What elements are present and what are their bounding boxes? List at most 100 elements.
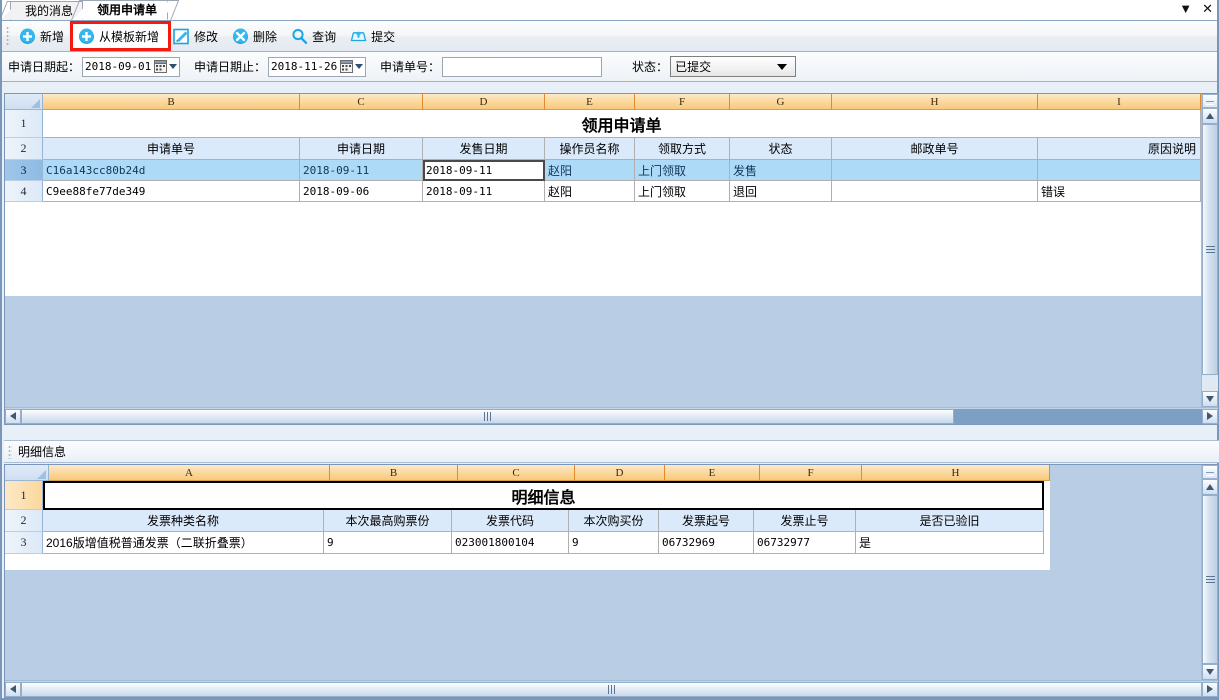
date-to-dropdown-icon[interactable] <box>355 64 363 69</box>
scroll-left-arrow-icon[interactable] <box>5 409 21 424</box>
select-all-corner[interactable] <box>5 94 43 110</box>
col-header-F[interactable]: F <box>760 465 862 481</box>
detail-section-drag-grip[interactable] <box>8 445 12 459</box>
tab-list-dropdown-icon[interactable]: ▼ <box>1179 2 1192 16</box>
horizontal-scroll-thumb[interactable] <box>21 409 954 424</box>
row-header-3[interactable]: 3 <box>5 160 43 181</box>
scroll-left-arrow-icon[interactable] <box>5 682 21 697</box>
col-header-D[interactable]: D <box>423 94 545 110</box>
col-header-I[interactable]: I <box>1038 94 1201 110</box>
cell-status[interactable]: 发售 <box>730 160 832 181</box>
cell-invoice-end[interactable]: 06732977 <box>754 532 856 554</box>
scroll-right-arrow-icon[interactable] <box>1202 409 1218 424</box>
new-button[interactable]: 新增 <box>14 24 73 48</box>
col-header-H[interactable]: H <box>832 94 1038 110</box>
cell-order-no[interactable]: C9ee88fe77de349 <box>43 181 300 202</box>
delete-x-circle-icon <box>232 28 249 45</box>
vertical-scroll-thumb[interactable] <box>1202 495 1218 664</box>
detail-grid-vertical-scrollbar[interactable] <box>1201 465 1218 680</box>
cell-max-purchase[interactable]: 9 <box>324 532 452 554</box>
col-header-B[interactable]: B <box>43 94 300 110</box>
tab-requisition-form[interactable]: 领用申请单 <box>82 0 168 20</box>
col-header-E[interactable]: E <box>665 465 760 481</box>
cell-sale-date[interactable]: 2018-09-11 <box>423 181 545 202</box>
row-header-1[interactable]: 1 <box>5 481 43 510</box>
cell-postal-no[interactable] <box>832 181 1038 202</box>
toolbar-drag-grip[interactable] <box>6 26 10 46</box>
plus-circle-icon <box>78 28 95 45</box>
master-grid-vertical-scrollbar[interactable] <box>1201 94 1218 407</box>
chevron-down-icon[interactable] <box>777 64 787 70</box>
order-no-input[interactable] <box>442 57 602 77</box>
cell-purchase-qty[interactable]: 9 <box>569 532 659 554</box>
cell-invoice-start[interactable]: 06732969 <box>659 532 754 554</box>
scroll-up-arrow-icon[interactable] <box>1202 479 1218 495</box>
detail-grid-title-row: 1 明细信息 <box>5 481 1050 510</box>
new-from-template-button[interactable]: 从模板新增 <box>73 24 168 48</box>
filter-bar: 申请日期起： 2018-09-01 申请日期止： 2018-11-26 申请单号… <box>2 52 1217 82</box>
col-header-A[interactable]: A <box>49 465 330 481</box>
plus-circle-icon <box>19 28 36 45</box>
horizontal-scroll-thumb[interactable] <box>21 682 1202 697</box>
cell-invoice-code[interactable]: 023001800104 <box>452 532 569 554</box>
col-header-E[interactable]: E <box>545 94 635 110</box>
table-row[interactable]: 3 2016版增值税普通发票（二联折叠票） 9 023001800104 9 0… <box>5 532 1050 554</box>
col-header-C[interactable]: C <box>300 94 423 110</box>
calendar-icon[interactable] <box>340 60 353 73</box>
cell-invoice-type[interactable]: 2016版增值税普通发票（二联折叠票） <box>43 532 324 554</box>
col-header-C[interactable]: C <box>458 465 575 481</box>
col-header-B[interactable]: B <box>330 465 458 481</box>
scroll-down-arrow-icon[interactable] <box>1202 391 1218 407</box>
cell-reason[interactable]: 错误 <box>1038 181 1201 202</box>
detail-grid-horizontal-scrollbar[interactable] <box>5 680 1218 697</box>
status-select[interactable]: 已提交 <box>670 56 796 77</box>
cell-pickup-method[interactable]: 上门领取 <box>635 181 730 202</box>
detail-section-header: 明细信息 <box>4 440 1219 463</box>
table-row[interactable]: 4 C9ee88fe77de349 2018-09-06 2018-09-11 … <box>5 181 1201 202</box>
row-header-3[interactable]: 3 <box>5 532 43 554</box>
close-icon[interactable]: ✕ <box>1202 2 1213 16</box>
vertical-split-box[interactable] <box>1202 465 1218 479</box>
date-to-input[interactable]: 2018-11-26 <box>268 57 366 77</box>
table-row[interactable]: 3 C16a143cc80b24d 2018-09-11 2018-09-11 … <box>5 160 1201 181</box>
vertical-scroll-thumb[interactable] <box>1202 124 1218 375</box>
horizontal-scroll-track[interactable] <box>21 682 1202 697</box>
scroll-down-arrow-icon[interactable] <box>1202 664 1218 680</box>
cell-status[interactable]: 退回 <box>730 181 832 202</box>
col-header-F[interactable]: F <box>635 94 730 110</box>
scroll-right-arrow-icon[interactable] <box>1202 682 1218 697</box>
date-from-dropdown-icon[interactable] <box>169 64 177 69</box>
master-grid-horizontal-scrollbar[interactable] <box>5 407 1218 424</box>
col-header-H[interactable]: H <box>862 465 1050 481</box>
cell-apply-date[interactable]: 2018-09-11 <box>300 160 423 181</box>
row-header-2[interactable]: 2 <box>5 138 43 160</box>
cell-verified[interactable]: 是 <box>856 532 1044 554</box>
row-header-4[interactable]: 4 <box>5 181 43 202</box>
scroll-up-arrow-icon[interactable] <box>1202 108 1218 124</box>
vertical-scroll-track[interactable] <box>1202 495 1218 664</box>
cell-sale-date[interactable]: 2018-09-11 <box>423 160 545 181</box>
cell-operator[interactable]: 赵阳 <box>545 160 635 181</box>
cell-reason[interactable] <box>1038 160 1201 181</box>
date-from-value: 2018-09-01 <box>85 60 154 73</box>
cell-apply-date[interactable]: 2018-09-06 <box>300 181 423 202</box>
vertical-split-box[interactable] <box>1202 94 1218 108</box>
col-header-D[interactable]: D <box>575 465 665 481</box>
row-header-2[interactable]: 2 <box>5 510 43 532</box>
calendar-icon[interactable] <box>154 60 167 73</box>
col-header-G[interactable]: G <box>730 94 832 110</box>
row-header-1[interactable]: 1 <box>5 110 43 138</box>
submit-button[interactable]: 提交 <box>345 24 404 48</box>
scroll-right-arrow-button[interactable] <box>1201 409 1218 424</box>
cell-order-no[interactable]: C16a143cc80b24d <box>43 160 300 181</box>
cell-pickup-method[interactable]: 上门领取 <box>635 160 730 181</box>
cell-operator[interactable]: 赵阳 <box>545 181 635 202</box>
vertical-scroll-track[interactable] <box>1202 124 1218 391</box>
edit-button[interactable]: 修改 <box>168 24 227 48</box>
search-button[interactable]: 查询 <box>286 24 345 48</box>
horizontal-scroll-track[interactable] <box>21 409 1218 424</box>
cell-postal-no[interactable] <box>832 160 1038 181</box>
date-from-input[interactable]: 2018-09-01 <box>82 57 180 77</box>
select-all-corner[interactable] <box>5 465 49 481</box>
delete-button[interactable]: 删除 <box>227 24 286 48</box>
